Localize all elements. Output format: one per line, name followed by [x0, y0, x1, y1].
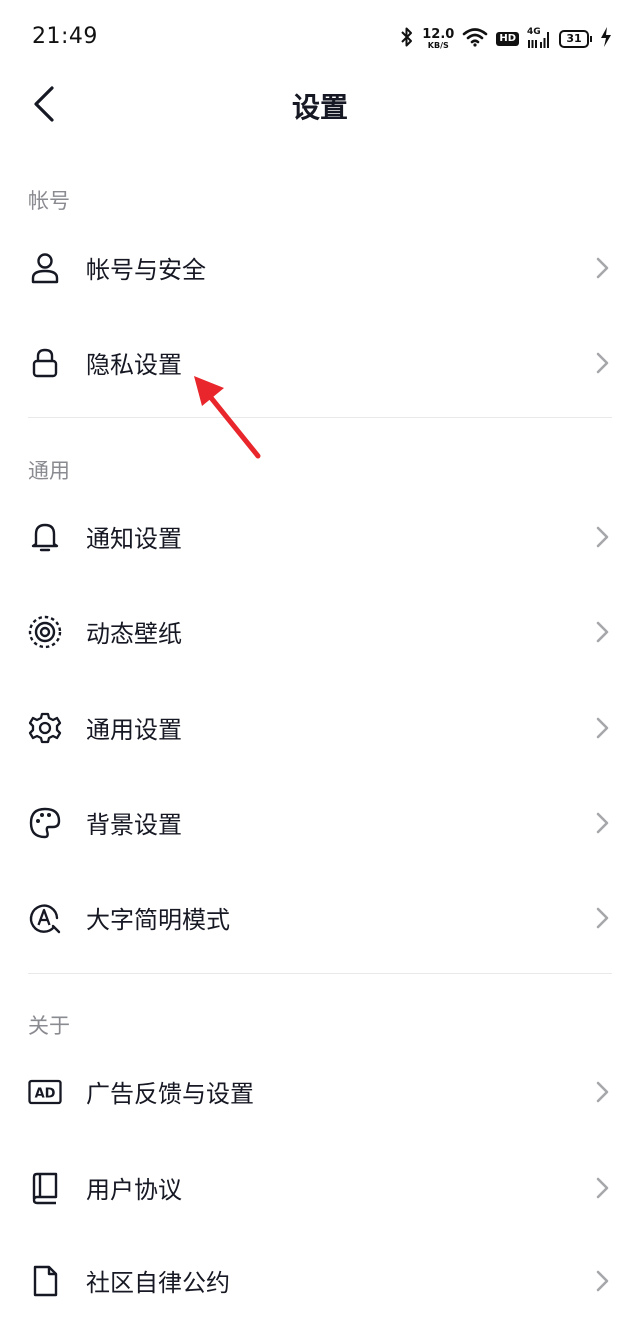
settings-item-account-security[interactable]: 帐号与安全	[0, 222, 640, 312]
wifi-icon	[462, 27, 488, 51]
settings-item-notifications[interactable]: 通知设置	[0, 491, 640, 581]
section-header-account: 帐号	[28, 189, 70, 213]
chevron-right-icon	[596, 621, 609, 643]
settings-item-label: 隐私设置	[86, 351, 182, 379]
settings-item-community-guidelines[interactable]: 社区自律公约	[0, 1235, 640, 1325]
settings-item-label: 广告反馈与设置	[86, 1080, 254, 1108]
document-icon	[28, 1264, 62, 1298]
large-font-icon	[28, 901, 62, 935]
battery-icon: 31	[559, 30, 592, 48]
page-title: 设置	[291, 91, 348, 124]
settings-item-label: 大字简明模式	[86, 906, 230, 934]
settings-item-label: 帐号与安全	[86, 256, 206, 284]
bluetooth-icon	[400, 26, 414, 52]
settings-item-ad-feedback[interactable]: AD 广告反馈与设置	[0, 1046, 640, 1136]
settings-item-label: 社区自律公约	[86, 1269, 230, 1297]
book-icon	[28, 1171, 62, 1205]
chevron-right-icon	[596, 352, 609, 374]
chevron-right-icon	[596, 1177, 609, 1199]
user-icon	[28, 251, 62, 285]
settings-item-background[interactable]: 背景设置	[0, 777, 640, 867]
chevron-right-icon	[596, 812, 609, 834]
chevron-right-icon	[596, 717, 609, 739]
chevron-right-icon	[596, 257, 609, 279]
section-divider	[28, 417, 612, 418]
charging-icon	[600, 27, 612, 51]
palette-icon	[28, 806, 62, 840]
signal-icon: 4G	[527, 28, 551, 50]
settings-item-label: 通知设置	[86, 525, 182, 553]
settings-item-label: 通用设置	[86, 716, 182, 744]
live-wallpaper-icon	[28, 615, 62, 649]
status-icons: 12.0 KB/S HD 4G 31	[400, 26, 612, 52]
hd-icon: HD	[496, 32, 519, 46]
nav-bar: 设置	[0, 70, 640, 140]
settings-item-large-font-mode[interactable]: 大字简明模式	[0, 872, 640, 962]
chevron-right-icon	[596, 526, 609, 548]
lock-icon	[28, 346, 62, 380]
status-time: 21:49	[32, 24, 98, 49]
svg-text:AD: AD	[35, 1087, 56, 1102]
section-header-about: 关于	[28, 1014, 70, 1038]
gear-icon	[28, 711, 62, 745]
chevron-right-icon	[596, 907, 609, 929]
settings-item-label: 动态壁纸	[86, 620, 182, 648]
battery-tip	[590, 36, 592, 42]
network-speed: 12.0 KB/S	[422, 28, 454, 50]
section-divider	[28, 973, 612, 974]
settings-item-label: 用户协议	[86, 1176, 182, 1204]
status-bar: 21:49 12.0 KB/S HD 4G 31	[0, 0, 640, 78]
chevron-right-icon	[596, 1270, 609, 1292]
ad-icon: AD	[28, 1075, 62, 1109]
settings-item-privacy[interactable]: 隐私设置	[0, 317, 640, 407]
section-header-general: 通用	[28, 459, 70, 483]
network-speed-value: 12.0	[422, 27, 455, 42]
chevron-right-icon	[596, 1081, 609, 1103]
settings-item-user-agreement[interactable]: 用户协议	[0, 1142, 640, 1232]
settings-item-label: 背景设置	[86, 811, 182, 839]
settings-item-general[interactable]: 通用设置	[0, 682, 640, 772]
bell-icon	[28, 520, 62, 554]
settings-item-live-wallpaper[interactable]: 动态壁纸	[0, 586, 640, 676]
network-speed-unit: KB/S	[427, 41, 449, 50]
battery-level: 31	[559, 30, 589, 48]
